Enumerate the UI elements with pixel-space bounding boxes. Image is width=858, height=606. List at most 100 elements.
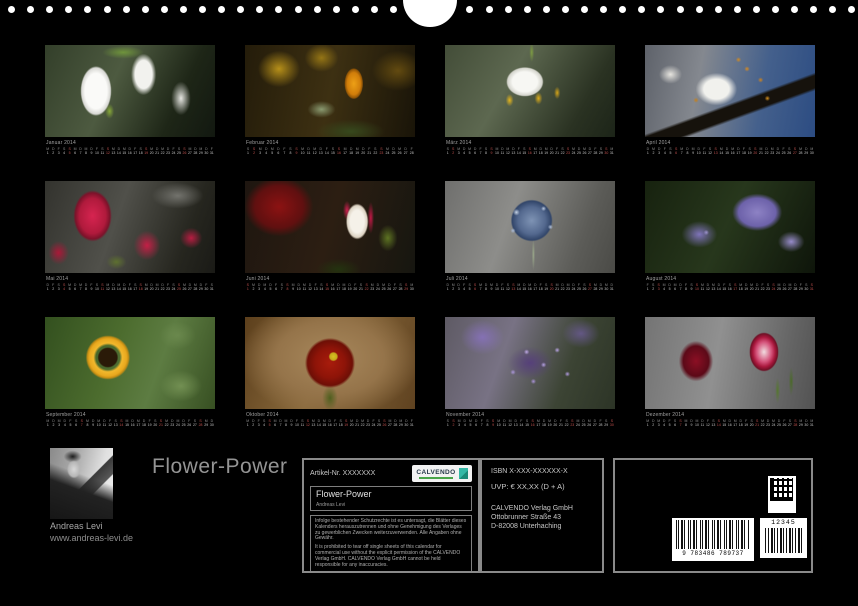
hanger-hole bbox=[403, 0, 457, 27]
month-photo bbox=[245, 181, 415, 273]
datamatrix-code bbox=[768, 476, 796, 513]
month-day-strip: M1D2F3S4S5M6D7M8D9F10S11S12M13D14M15D16F… bbox=[245, 419, 415, 428]
month-cell: April 2014 D1M2D3F4S5S6M7D8M9D10F11S12S1… bbox=[645, 45, 815, 156]
publisher-street: Ottobrunner Straße 43 bbox=[491, 513, 593, 522]
month-cell: November 2014 S1S2M3D4M5D6F7S8S9M10D11M1… bbox=[445, 317, 615, 428]
day-cell: M31 bbox=[809, 419, 814, 428]
binding-hole bbox=[371, 6, 378, 13]
binding-hole bbox=[657, 6, 664, 13]
month-label: Juli 2014 bbox=[446, 276, 615, 282]
month-day-strip: S1M2D3M4D5F6S7S8M9D10M11D12F13S14S15M16D… bbox=[245, 283, 415, 292]
isbn-line: ISBN X-XXX-XXXXXX-X bbox=[491, 468, 593, 475]
binding-hole bbox=[390, 6, 397, 13]
binding-hole bbox=[199, 6, 206, 13]
month-day-strip: F1S2S3M4D5M6D7F8S9S10M11D12M13D14F15S16S… bbox=[645, 283, 815, 292]
binding-hole bbox=[275, 6, 282, 13]
month-cell: Juni 2014 S1M2D3M4D5F6S7S8M9D10M11D12F13… bbox=[245, 181, 415, 292]
binding-hole bbox=[65, 6, 72, 13]
binding-hole bbox=[256, 6, 263, 13]
binding-hole bbox=[562, 6, 569, 13]
addon-barcode-bars bbox=[765, 528, 802, 553]
author-website: www.andreas-levi.de bbox=[50, 533, 133, 543]
month-day-strip: D1M2D3F4S5S6M7D8M9D10F11S12S13M14D15M16D… bbox=[645, 147, 815, 156]
binding-hole bbox=[27, 6, 34, 13]
month-cell: März 2014 S1S2M3D4M5D6F7S8S9M10D11M12D13… bbox=[445, 45, 615, 156]
calvendo-calendar-icon bbox=[459, 468, 468, 479]
binding-hole bbox=[524, 6, 531, 13]
article-number: Artikel-Nr. XXXXXXX bbox=[310, 470, 375, 477]
ean-barcode-bars bbox=[676, 520, 750, 549]
binding-hole bbox=[84, 6, 91, 13]
month-photo bbox=[445, 317, 615, 409]
binding-hole bbox=[543, 6, 550, 13]
day-cell: S31 bbox=[209, 283, 214, 292]
month-photo bbox=[645, 45, 815, 137]
day-cell: M30 bbox=[409, 283, 415, 292]
binding-hole bbox=[237, 6, 244, 13]
day-cell: M30 bbox=[809, 147, 815, 156]
month-cell: Dezember 2014 M1D2M3D4F5S6S7M8D9M10D11F1… bbox=[645, 317, 815, 428]
author-name: Andreas Levi bbox=[50, 521, 103, 531]
month-photo bbox=[445, 181, 615, 273]
title-author-box: Flower-Power Andreas Levi bbox=[310, 486, 472, 511]
binding-hole bbox=[829, 6, 836, 13]
month-photo bbox=[445, 45, 615, 137]
ean-barcode: 9 783486 789737 bbox=[672, 518, 754, 561]
month-photo bbox=[245, 45, 415, 137]
calvendo-logo-text: CALVENDO bbox=[416, 469, 455, 476]
barcode-box: 9 783486 789737 12345 bbox=[613, 458, 813, 573]
day-cell: S31 bbox=[809, 283, 814, 292]
binding-hole bbox=[791, 6, 798, 13]
month-day-strip: M1D2M3D4F5S6S7M8D9M10D11F12S13S14M15D16M… bbox=[45, 419, 215, 428]
month-cell: September 2014 M1D2M3D4F5S6S7M8D9M10D11F… bbox=[45, 317, 215, 428]
month-photo bbox=[45, 45, 215, 137]
day-cell: D30 bbox=[209, 419, 215, 428]
month-day-strip: S1S2M3D4M5D6F7S8S9M10D11M12D13F14S15S16M… bbox=[245, 147, 415, 156]
day-cell: F28 bbox=[409, 147, 415, 156]
month-cell: Juli 2014 D1M2D3F4S5S6M7D8M9D10F11S12S13… bbox=[445, 181, 615, 292]
month-label: Januar 2014 bbox=[46, 140, 215, 146]
day-cell: F31 bbox=[209, 147, 214, 156]
binding-hole bbox=[352, 6, 359, 13]
month-day-strip: D1F2S3S4M5D6M7D8F9S10S11M12D13M14D15F16S… bbox=[45, 283, 215, 292]
month-label: September 2014 bbox=[46, 412, 215, 418]
month-cell: Februar 2014 S1S2M3D4M5D6F7S8S9M10D11M12… bbox=[245, 45, 415, 156]
month-cell: Januar 2014 M1D2F3S4S5M6D7M8D9F10S11S12M… bbox=[45, 45, 215, 156]
addon-barcode: 12345 bbox=[760, 518, 807, 558]
product-title: Flower-Power bbox=[316, 489, 466, 500]
month-photo bbox=[45, 317, 215, 409]
month-day-strip: M1D2F3S4S5M6D7M8D9F10S11S12M13D14M15D16F… bbox=[45, 147, 215, 156]
month-label: April 2014 bbox=[646, 140, 815, 146]
binding-hole bbox=[638, 6, 645, 13]
month-label: Dezember 2014 bbox=[646, 412, 815, 418]
binding-hole bbox=[677, 6, 684, 13]
binding-hole bbox=[295, 6, 302, 13]
binding-hole bbox=[505, 6, 512, 13]
month-label: März 2014 bbox=[446, 140, 615, 146]
binding-hole bbox=[734, 6, 741, 13]
binding-hole bbox=[619, 6, 626, 13]
publisher-box: ISBN X-XXX-XXXXXX-X UVP: € XX,XX (D + A)… bbox=[480, 458, 604, 573]
calendar-title: Flower-Power bbox=[152, 455, 288, 479]
month-label: November 2014 bbox=[446, 412, 615, 418]
binding-hole bbox=[46, 6, 53, 13]
month-cell: Oktober 2014 M1D2F3S4S5M6D7M8D9F10S11S12… bbox=[245, 317, 415, 428]
addon-barcode-digits: 12345 bbox=[760, 519, 807, 527]
binding-hole bbox=[715, 6, 722, 13]
binding-hole bbox=[486, 6, 493, 13]
datamatrix-pattern bbox=[770, 478, 793, 501]
ean-barcode-digits: 9 783486 789737 bbox=[672, 550, 754, 558]
binding-hole bbox=[466, 6, 473, 13]
legal-text-german: Infolge bestehender Schutzrechte ist es … bbox=[315, 519, 467, 542]
month-photo bbox=[645, 181, 815, 273]
binding-hole bbox=[333, 6, 340, 13]
publisher-address: CALVENDO Verlag GmbH Ottobrunner Straße … bbox=[491, 504, 593, 531]
month-photo bbox=[645, 317, 815, 409]
product-author: Andreas Levi bbox=[316, 502, 466, 508]
publisher-name: CALVENDO Verlag GmbH bbox=[491, 504, 593, 513]
day-cell: S30 bbox=[609, 419, 615, 428]
day-cell: D31 bbox=[609, 283, 614, 292]
binding-hole bbox=[753, 6, 760, 13]
publisher-city: D-82008 Unterhaching bbox=[491, 522, 593, 531]
binding-hole bbox=[180, 6, 187, 13]
